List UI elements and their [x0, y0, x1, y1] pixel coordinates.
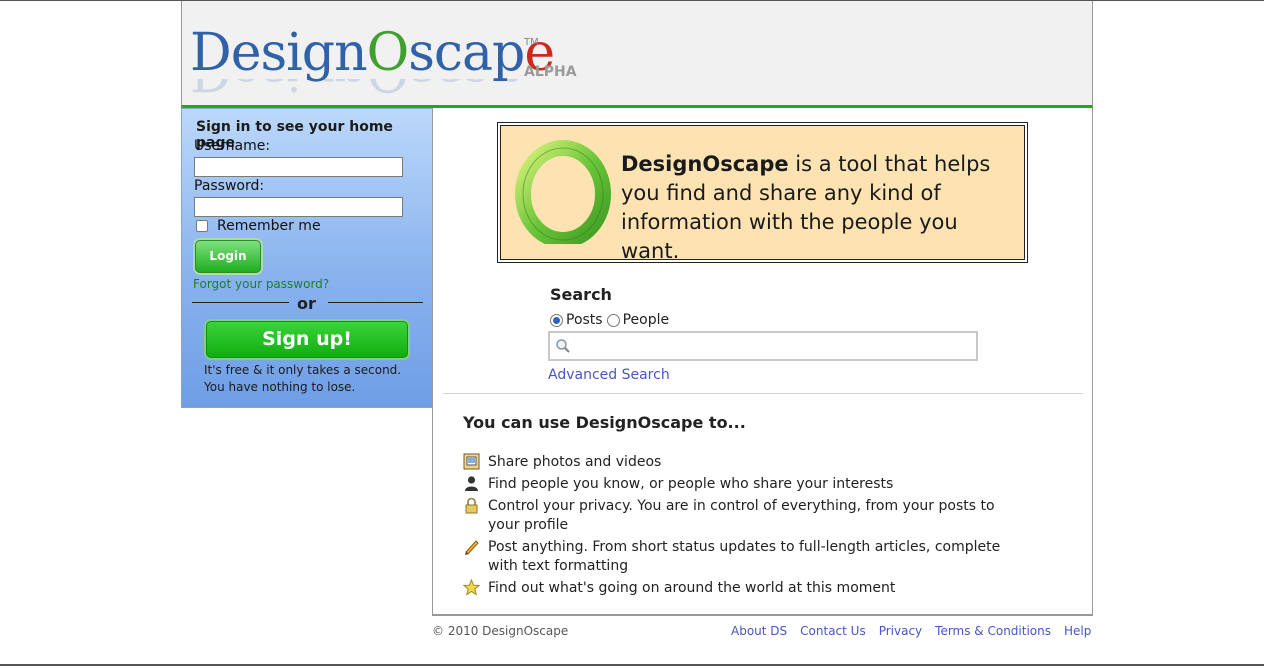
username-field[interactable] — [194, 157, 403, 177]
search-input[interactable] — [548, 331, 978, 361]
footer-link-contact[interactable]: Contact Us — [800, 624, 866, 638]
advanced-search-link[interactable]: Advanced Search — [548, 367, 670, 383]
promo-brand: DesignOscape — [621, 152, 789, 176]
main-content: DesignOscape is a tool that helps you fi… — [432, 108, 1093, 616]
remember-me-label: Remember me — [217, 218, 321, 234]
signup-note-line1: It's free & it only takes a second. — [204, 363, 402, 377]
pencil-icon — [465, 540, 479, 555]
footer-link-terms[interactable]: Terms & Conditions — [935, 624, 1051, 638]
section-divider — [443, 393, 1083, 394]
radio-posts-label: Posts — [566, 312, 603, 328]
or-label: or — [297, 294, 316, 313]
search-title: Search — [550, 285, 612, 304]
list-item: Post anything. From short status updates… — [463, 538, 1023, 576]
password-label: Password: — [194, 178, 265, 194]
star-icon — [463, 579, 480, 596]
radio-people[interactable] — [606, 313, 620, 327]
trademark-mark: TM — [524, 37, 539, 48]
login-button[interactable]: Login — [195, 240, 261, 273]
radio-posts[interactable] — [550, 313, 563, 327]
footer-link-help[interactable]: Help — [1064, 624, 1091, 638]
search-icon — [556, 339, 570, 353]
password-field[interactable] — [194, 197, 403, 217]
copyright: © 2010 DesignOscape — [432, 624, 569, 638]
signup-button[interactable]: Sign up! — [206, 321, 408, 358]
list-item: Control your privacy. You are in control… — [463, 497, 1023, 535]
lock-icon — [465, 497, 478, 514]
footer-links: About DS Contact Us Privacy Terms & Cond… — [731, 624, 1104, 638]
logo-reflection: DesignOscape — [190, 79, 520, 101]
o-logo-icon — [515, 140, 611, 244]
site-logo[interactable]: DesignOscape — [190, 23, 555, 83]
list-item: Find out what's going on around the worl… — [463, 579, 1023, 598]
radio-people-label: People — [622, 312, 670, 328]
forgot-password-link[interactable]: Forgot your password? — [193, 277, 329, 291]
photos-icon — [463, 453, 480, 470]
person-icon — [465, 476, 478, 491]
remember-me-checkbox[interactable] — [196, 220, 208, 232]
alpha-badge: ALPHA — [524, 64, 577, 80]
username-label: Username: — [194, 138, 271, 154]
list-item: Share photos and videos — [463, 453, 1023, 472]
list-item: Find people you know, or people who shar… — [463, 475, 1023, 494]
promo-text: DesignOscape is a tool that helps you fi… — [621, 150, 1011, 266]
search-type: Posts People — [550, 312, 673, 328]
remember-me: Remember me — [196, 218, 321, 234]
signup-note-line2: You have nothing to lose. — [204, 380, 356, 394]
footer-link-privacy[interactable]: Privacy — [879, 624, 922, 638]
divider-right — [328, 302, 423, 303]
signin-panel: Sign in to see your home page Username: … — [181, 108, 433, 408]
promo-box: DesignOscape is a tool that helps you fi… — [497, 122, 1028, 263]
divider-left — [192, 302, 289, 303]
uses-title: You can use DesignOscape to... — [463, 413, 746, 432]
footer-link-about[interactable]: About DS — [731, 624, 787, 638]
header: DesignOscape DesignOscape TM ALPHA — [181, 1, 1093, 108]
